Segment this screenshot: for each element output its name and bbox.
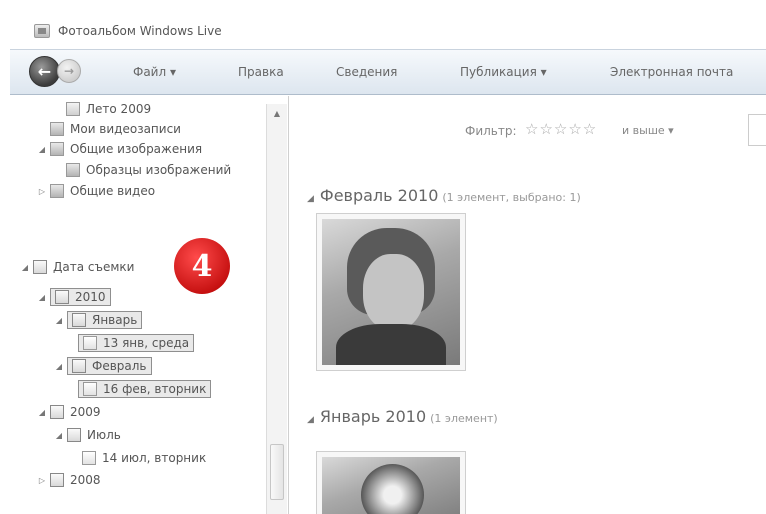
- day-icon: [82, 451, 96, 465]
- folder-icon: [66, 163, 80, 177]
- search-box[interactable]: [748, 114, 766, 146]
- tree-item-jan-13[interactable]: 13 янв, среда: [78, 333, 195, 353]
- menu-file[interactable]: Файл ▾: [133, 65, 176, 79]
- calendar-icon: [72, 359, 86, 373]
- rating-filter-stars[interactable]: ☆☆☆☆☆: [525, 120, 597, 138]
- group-header-february-2010[interactable]: ◢ Февраль 2010 (1 элемент, выбрано: 1): [307, 186, 581, 205]
- collapse-triangle-icon[interactable]: ◢: [37, 145, 47, 154]
- photo: [322, 457, 460, 514]
- menu-publish[interactable]: Публикация ▾: [460, 65, 547, 79]
- menu-email[interactable]: Электронная почта: [610, 65, 733, 79]
- calendar-icon: [50, 405, 64, 419]
- filter-bar: Фильтр: ☆☆☆☆☆ и выше ▾: [289, 96, 766, 166]
- menu-file-label: Файл: [133, 65, 167, 79]
- calendar-icon: [55, 290, 69, 304]
- tree-item-date-taken[interactable]: ◢ Дата съемки: [20, 257, 134, 277]
- photo-thumbnail[interactable]: [316, 213, 466, 371]
- group-header-january-2010[interactable]: ◢ Январь 2010 (1 элемент): [307, 407, 498, 426]
- collapse-triangle-icon[interactable]: ◢: [54, 362, 64, 371]
- album-icon: [66, 102, 80, 116]
- tree-item-public-videos[interactable]: ▷ Общие видео: [37, 181, 155, 201]
- selected-node: 2010: [50, 288, 111, 306]
- collapse-triangle-icon[interactable]: ◢: [54, 316, 64, 325]
- chevron-down-icon: ▾: [169, 65, 177, 79]
- tree-item-2008[interactable]: ▷ 2008: [37, 470, 101, 490]
- tree-item-my-videos[interactable]: Мои видеозаписи: [50, 119, 181, 139]
- photo-content-pane: Фильтр: ☆☆☆☆☆ и выше ▾ ◢ Февраль 2010 (1 э…: [288, 96, 766, 514]
- portrait-photo: [322, 219, 460, 365]
- arrow-left-icon: ←: [37, 62, 52, 81]
- chevron-down-icon: ▾: [668, 124, 674, 137]
- expand-triangle-icon[interactable]: ▷: [37, 187, 47, 196]
- collapse-triangle-icon[interactable]: ◢: [54, 431, 64, 440]
- menu-email-label: Электронная почта: [610, 65, 734, 79]
- folder-icon: [50, 184, 64, 198]
- tree-item-july[interactable]: ◢ Июль: [54, 425, 121, 445]
- arrow-right-icon: →: [63, 64, 75, 78]
- scroll-up-icon[interactable]: ▲: [269, 106, 285, 122]
- collapse-triangle-icon[interactable]: ◢: [37, 408, 47, 417]
- calendar-icon: [33, 260, 47, 274]
- forward-button[interactable]: →: [57, 59, 81, 83]
- folder-icon: [50, 142, 64, 156]
- collapse-triangle-icon[interactable]: ◢: [37, 293, 47, 302]
- folder-icon: [50, 122, 64, 136]
- selected-node: 16 фев, вторник: [78, 380, 212, 398]
- tree-item-summer-2009[interactable]: Лето 2009: [66, 99, 151, 119]
- rating-filter-dropdown[interactable]: и выше ▾: [622, 124, 674, 137]
- tree-item-2009[interactable]: ◢ 2009: [37, 402, 101, 422]
- chevron-down-icon: ▾: [540, 65, 547, 79]
- tree-item-january[interactable]: ◢ Январь: [54, 310, 143, 330]
- tree-item-february[interactable]: ◢ Февраль: [54, 356, 152, 376]
- tree-item-2010[interactable]: ◢ 2010: [37, 287, 111, 307]
- calendar-icon: [67, 428, 81, 442]
- selected-node: Январь: [67, 311, 143, 329]
- collapse-triangle-icon: ◢: [307, 194, 314, 204]
- menu-publish-label: Публикация: [460, 65, 537, 79]
- tree-item-jul-14[interactable]: 14 июл, вторник: [82, 448, 206, 468]
- calendar-icon: [72, 313, 86, 327]
- expand-triangle-icon[interactable]: ▷: [37, 476, 47, 485]
- day-icon: [83, 336, 97, 350]
- back-button[interactable]: ←: [29, 56, 60, 87]
- tree-scrollbar[interactable]: ▲: [266, 104, 287, 514]
- photo-thumbnail[interactable]: [316, 451, 466, 514]
- menu-edit[interactable]: Правка: [238, 65, 284, 79]
- photo-gallery-app-icon: [34, 24, 50, 38]
- tree-item-feb-16[interactable]: 16 фев, вторник: [78, 379, 212, 399]
- title-bar: Фотоальбом Windows Live: [0, 0, 766, 47]
- selected-node: 13 янв, среда: [78, 334, 195, 352]
- menu-info-label: Сведения: [336, 65, 398, 79]
- day-icon: [83, 382, 97, 396]
- calendar-icon: [50, 473, 64, 487]
- scrollbar-thumb[interactable]: [270, 444, 284, 500]
- window-title: Фотоальбом Windows Live: [58, 24, 222, 38]
- collapse-triangle-icon[interactable]: ◢: [20, 263, 30, 272]
- collapse-triangle-icon: ◢: [307, 415, 314, 425]
- menu-info[interactable]: Сведения: [336, 65, 397, 79]
- menu-bar: ← → Файл ▾ Правка Сведения Публикация ▾ …: [10, 49, 766, 95]
- tree-item-sample-pictures[interactable]: Образцы изображений: [66, 160, 231, 180]
- selected-node: Февраль: [67, 357, 152, 375]
- filter-label: Фильтр:: [465, 124, 517, 138]
- tree-item-public-pictures[interactable]: ◢ Общие изображения: [37, 139, 202, 159]
- menu-edit-label: Правка: [238, 65, 284, 79]
- navigation-tree: Лето 2009 Мои видеозаписи ◢ Общие изобра…: [10, 96, 277, 514]
- callout-badge: 4: [174, 238, 230, 294]
